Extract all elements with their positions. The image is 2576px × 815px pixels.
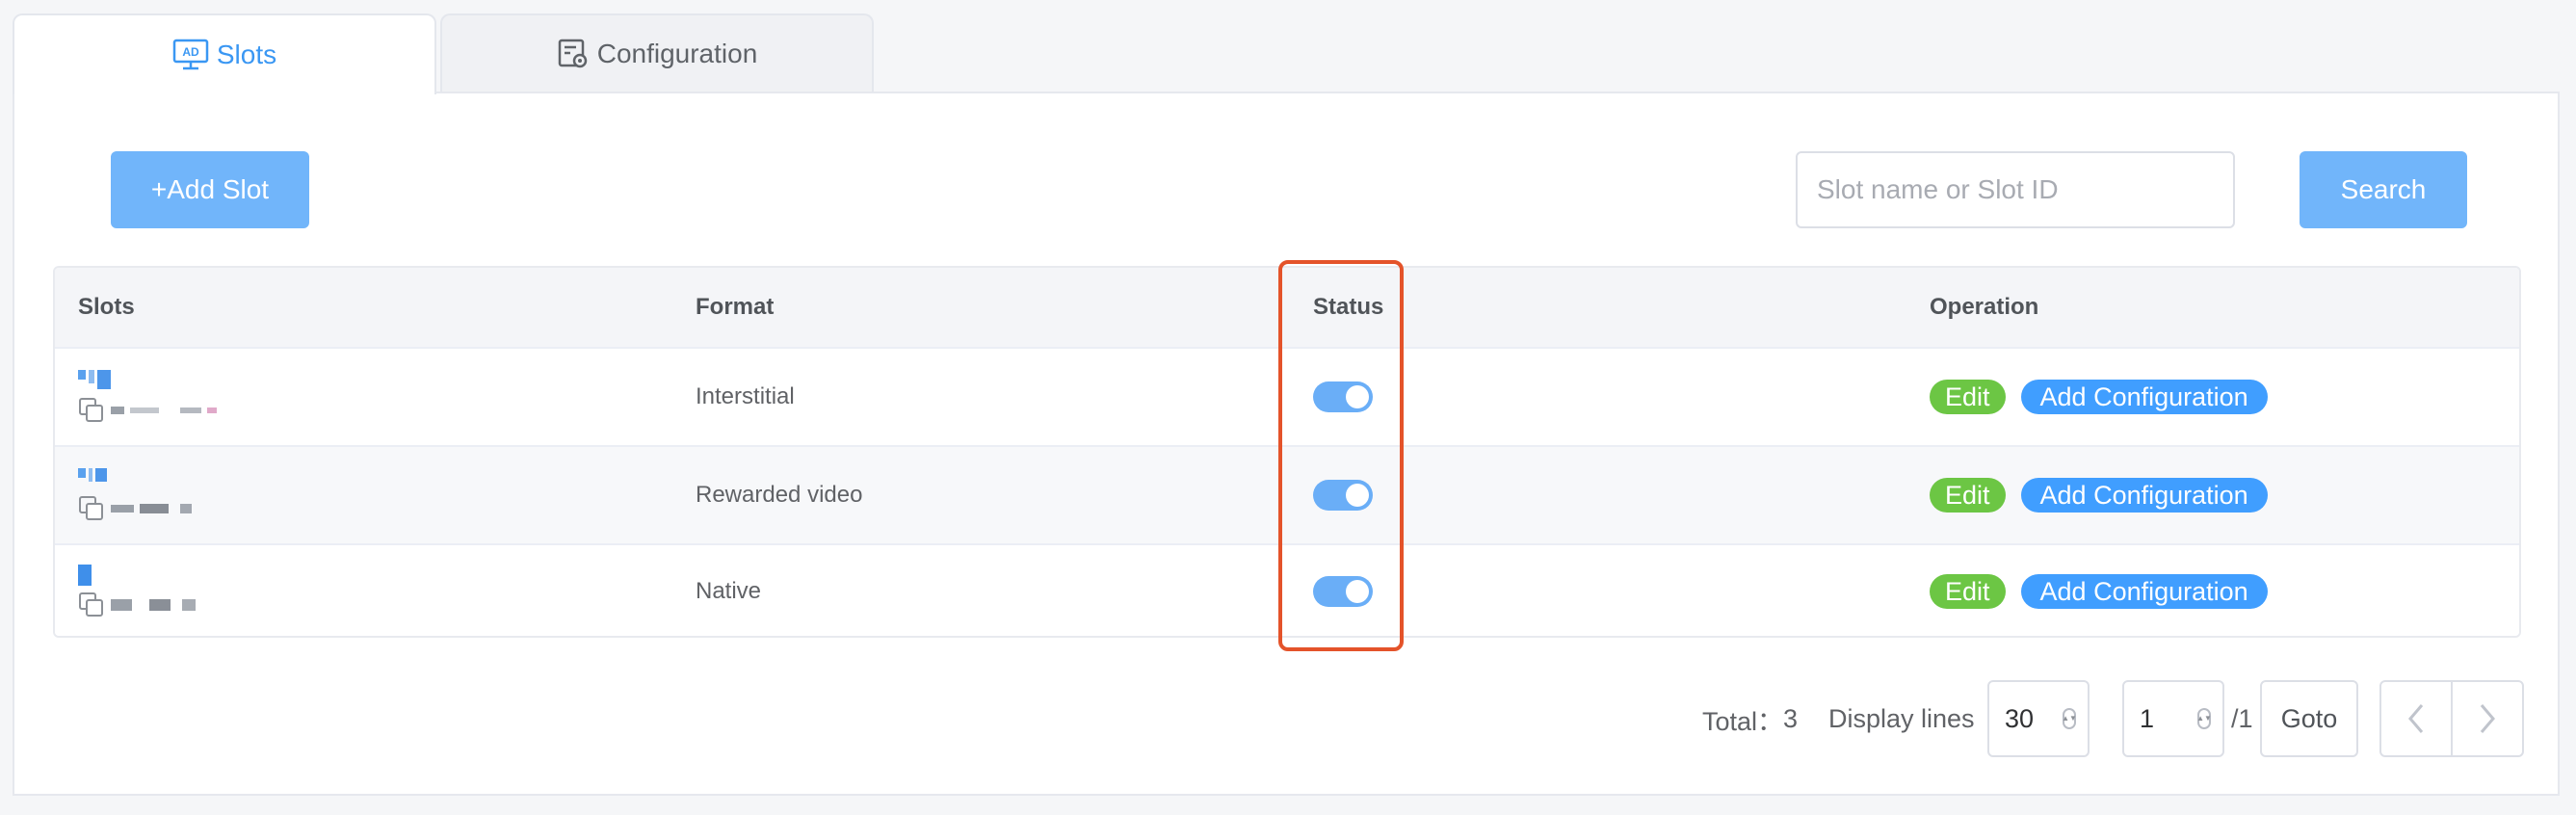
status-switch[interactable] [1313, 381, 1373, 412]
tab-configuration-label: Configuration [596, 39, 758, 68]
header-slots: Slots [78, 294, 135, 320]
page-number-value: 1 [2140, 703, 2155, 733]
tab-slots[interactable]: AD Slots [13, 13, 436, 94]
add-configuration-button[interactable]: Add Configuration [2020, 574, 2268, 609]
header-status: Status [1313, 294, 1384, 320]
tab-slots-label: Slots [216, 39, 277, 69]
tab-configuration[interactable]: Configuration [440, 13, 874, 92]
total-count: 3 [1783, 703, 1799, 733]
slot-info [78, 349, 217, 445]
display-lines-value: 30 [2005, 703, 2035, 733]
add-configuration-button[interactable]: Add Configuration [2020, 478, 2268, 513]
slot-id-redacted [78, 495, 192, 522]
header-operation: Operation [1930, 294, 2039, 320]
table-row: Interstitial Edit Add Configuration [55, 349, 2519, 447]
add-configuration-button[interactable]: Add Configuration [2020, 380, 2268, 414]
page-total: /1 [2231, 703, 2253, 733]
search-button[interactable]: Search [2300, 151, 2467, 228]
slot-name-redacted [78, 468, 107, 487]
status-switch[interactable] [1313, 576, 1373, 607]
edit-button[interactable]: Edit [1930, 478, 2006, 513]
slot-info [78, 447, 192, 543]
format-cell: Native [696, 578, 762, 604]
table-row: Rewarded video Edit Add Configuration [55, 447, 2519, 545]
spinner-icon[interactable]: ▲▼ [2196, 708, 2212, 729]
format-cell: Interstitial [696, 383, 795, 409]
chevron-right-icon [2480, 704, 2495, 733]
operation-cell: Edit Add Configuration [1930, 447, 2268, 543]
total-label: Total： [1702, 706, 1784, 736]
search-input[interactable] [1796, 151, 2235, 228]
page-nav [2379, 680, 2524, 757]
slot-name-redacted [78, 565, 92, 586]
spinner-icon[interactable]: ▲▼ [2062, 708, 2077, 729]
settings-sheet-icon [557, 38, 590, 70]
ad-display-icon: AD [172, 39, 209, 71]
operation-cell: Edit Add Configuration [1930, 349, 2268, 445]
slot-id-redacted [78, 592, 196, 618]
prev-page-button[interactable] [2381, 682, 2453, 755]
status-toggle-cell [1313, 349, 1373, 445]
add-slot-button[interactable]: +Add Slot [111, 151, 309, 228]
header-format: Format [696, 294, 775, 320]
svg-text:AD: AD [182, 45, 199, 59]
table-row: Native Edit Add Configuration [55, 545, 2519, 636]
slot-id-redacted [78, 397, 217, 424]
tab-bar: AD Slots Configuration [13, 13, 880, 94]
status-toggle-cell [1313, 447, 1373, 543]
copy-icon[interactable] [78, 397, 105, 424]
goto-button[interactable]: Goto [2260, 680, 2358, 757]
next-page-button[interactable] [2453, 682, 2522, 755]
display-lines-input[interactable]: 30 ▲▼ [1987, 680, 2090, 757]
copy-icon[interactable] [78, 495, 105, 522]
format-cell: Rewarded video [696, 482, 863, 508]
table-header: Slots Format Status Operation [55, 268, 2519, 349]
chevron-left-icon [2408, 704, 2424, 733]
page-number-input[interactable]: 1 ▲▼ [2122, 680, 2224, 757]
status-switch[interactable] [1313, 480, 1373, 511]
slot-name-redacted [78, 370, 111, 389]
copy-icon[interactable] [78, 592, 105, 618]
status-toggle-cell [1313, 545, 1373, 636]
pagination-total: Total： 3 [1702, 680, 1798, 757]
operation-cell: Edit Add Configuration [1930, 545, 2268, 636]
slots-table: Slots Format Status Operation Interstiti… [53, 266, 2521, 638]
edit-button[interactable]: Edit [1930, 380, 2006, 414]
display-lines-label: Display lines [1828, 703, 1975, 733]
edit-button[interactable]: Edit [1930, 574, 2006, 609]
slot-info [78, 545, 196, 636]
